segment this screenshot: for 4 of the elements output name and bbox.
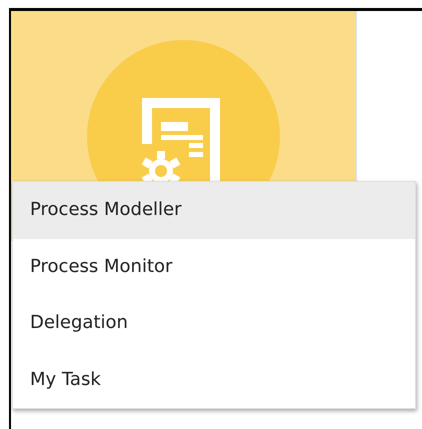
menu-item[interactable]: Process Modeller xyxy=(13,182,415,238)
menu-item[interactable]: Delegation xyxy=(13,295,415,352)
menu-item[interactable]: Process Monitor xyxy=(13,238,415,295)
menu-item[interactable]: My Task xyxy=(13,352,415,408)
